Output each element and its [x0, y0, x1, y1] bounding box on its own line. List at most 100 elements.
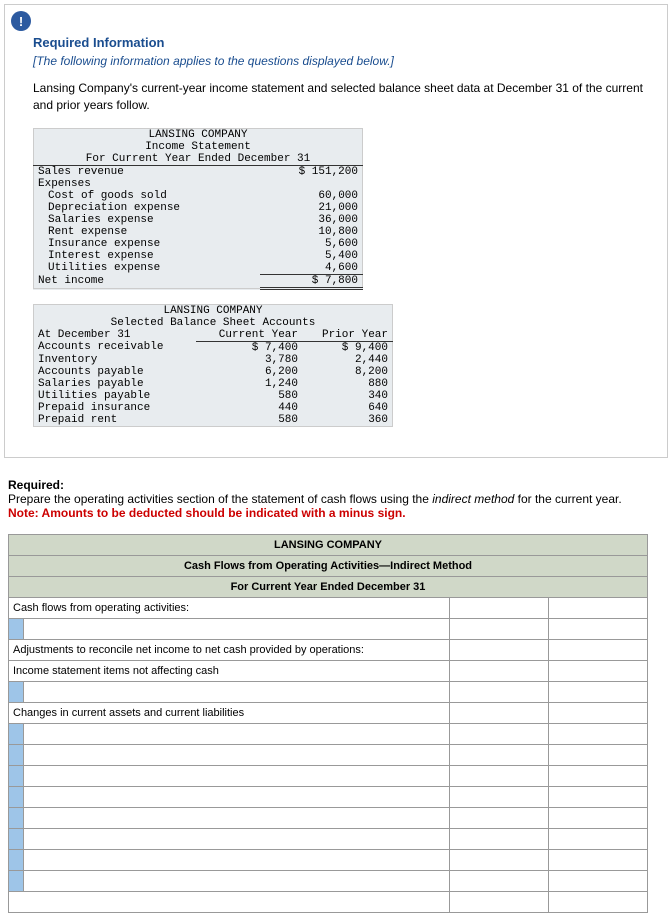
row-handle[interactable] [9, 618, 24, 639]
cf-amount-cell[interactable] [549, 597, 648, 618]
row-handle[interactable] [9, 828, 24, 849]
is-period: For Current Year Ended December 31 [34, 153, 363, 166]
bs-row-label: Accounts receivable [34, 341, 197, 354]
cf-amount-cell[interactable] [450, 828, 549, 849]
is-row-value: 36,000 [260, 214, 362, 226]
cf-amount-cell[interactable] [450, 618, 549, 639]
income-statement-table: LANSING COMPANY Income Statement For Cur… [33, 128, 363, 290]
cf-amount-cell[interactable] [450, 639, 549, 660]
bs-row-py: 340 [302, 390, 393, 402]
required-pre: Prepare the operating activities section… [8, 492, 432, 506]
is-company: LANSING COMPANY [34, 128, 363, 141]
row-handle[interactable] [9, 870, 24, 891]
is-expenses-label: Expenses [34, 178, 363, 190]
is-row-label: Rent expense [34, 226, 261, 238]
bs-row-py: $ 9,400 [302, 341, 393, 354]
cf-amount-cell[interactable] [450, 597, 549, 618]
cf-amount-cell[interactable] [549, 702, 648, 723]
is-row-label: Depreciation expense [34, 202, 261, 214]
cf-amount-cell[interactable] [450, 702, 549, 723]
italic-note: [The following information applies to th… [33, 54, 645, 68]
cf-amount-cell[interactable] [549, 891, 648, 912]
cf-desc-cell[interactable] [24, 870, 450, 891]
bs-subtitle: Selected Balance Sheet Accounts [34, 317, 393, 329]
bs-col-prior: Prior Year [302, 329, 393, 342]
row-handle[interactable] [9, 849, 24, 870]
is-row-value: 60,000 [260, 190, 362, 202]
cf-amount-cell[interactable] [549, 786, 648, 807]
bs-row-label: Accounts payable [34, 366, 197, 378]
is-row-label: Salaries expense [34, 214, 261, 226]
cf-amount-cell[interactable] [549, 870, 648, 891]
cf-amount-cell[interactable] [549, 828, 648, 849]
is-row-label: Insurance expense [34, 238, 261, 250]
cf-amount-cell[interactable] [549, 807, 648, 828]
bs-row-py: 8,200 [302, 366, 393, 378]
bs-col-current: Current Year [196, 329, 302, 342]
bs-row-label: Prepaid insurance [34, 402, 197, 414]
cf-amount-cell[interactable] [549, 660, 648, 681]
cf-desc-cell[interactable] [24, 744, 450, 765]
is-row-value: 10,800 [260, 226, 362, 238]
cf-amount-cell[interactable] [450, 870, 549, 891]
red-note: Note: Amounts to be deducted should be i… [8, 506, 664, 520]
row-handle[interactable] [9, 723, 24, 744]
cf-amount-cell[interactable] [450, 765, 549, 786]
cf-amount-cell[interactable] [549, 765, 648, 786]
cf-desc-cell[interactable] [24, 828, 450, 849]
cf-amount-cell[interactable] [549, 849, 648, 870]
bs-row-cy: 440 [196, 402, 302, 414]
row-handle[interactable] [9, 765, 24, 786]
cf-amount-cell[interactable] [549, 639, 648, 660]
cf-heading: Cash Flows from Operating Activities—Ind… [9, 555, 648, 576]
cf-amount-cell[interactable] [450, 807, 549, 828]
is-netincome-value: $ 7,800 [260, 274, 362, 288]
is-row-label: Cost of goods sold [34, 190, 261, 202]
bs-row-label: Utilities payable [34, 390, 197, 402]
cf-company: LANSING COMPANY [9, 534, 648, 555]
bs-date-label: At December 31 [34, 329, 197, 342]
required-post: for the current year. [514, 492, 621, 506]
cf-desc-cell[interactable] [24, 723, 450, 744]
cf-desc-cell[interactable] [24, 786, 450, 807]
bs-row-py: 880 [302, 378, 393, 390]
cf-amount-cell[interactable] [450, 723, 549, 744]
cf-total-cell[interactable] [9, 891, 450, 912]
cf-amount-cell[interactable] [549, 723, 648, 744]
cf-amount-cell[interactable] [450, 660, 549, 681]
row-handle[interactable] [9, 681, 24, 702]
cf-amount-cell[interactable] [450, 891, 549, 912]
cf-desc-cell[interactable] [24, 618, 450, 639]
row-handle[interactable] [9, 744, 24, 765]
cf-amount-cell[interactable] [450, 681, 549, 702]
is-row-label: Utilities expense [34, 262, 261, 275]
is-netincome-label: Net income [34, 274, 261, 288]
row-handle[interactable] [9, 807, 24, 828]
balance-sheet-table: LANSING COMPANY Selected Balance Sheet A… [33, 304, 393, 427]
cf-desc-cell[interactable] [24, 849, 450, 870]
is-row-value: 5,400 [260, 250, 362, 262]
cf-desc-cell[interactable] [24, 681, 450, 702]
bs-row-cy: 580 [196, 390, 302, 402]
cf-amount-cell[interactable] [450, 744, 549, 765]
bs-row-label: Inventory [34, 354, 197, 366]
row-handle[interactable] [9, 786, 24, 807]
required-info-title: Required Information [33, 35, 645, 50]
cf-amount-cell[interactable] [450, 849, 549, 870]
required-italic: indirect method [432, 492, 514, 506]
bs-company: LANSING COMPANY [34, 304, 393, 317]
bs-row-cy: 6,200 [196, 366, 302, 378]
cf-amount-cell[interactable] [549, 744, 648, 765]
is-subtitle: Income Statement [34, 141, 363, 153]
bs-row-cy: 580 [196, 414, 302, 427]
bs-row-cy: 1,240 [196, 378, 302, 390]
cf-amount-cell[interactable] [450, 786, 549, 807]
cf-desc-cell[interactable] [24, 807, 450, 828]
cf-amount-cell[interactable] [549, 618, 648, 639]
bs-row-py: 360 [302, 414, 393, 427]
cf-amount-cell[interactable] [549, 681, 648, 702]
cf-period: For Current Year Ended December 31 [9, 576, 648, 597]
cf-desc-cell[interactable] [24, 765, 450, 786]
required-body: Prepare the operating activities section… [8, 492, 664, 506]
bs-row-py: 2,440 [302, 354, 393, 366]
